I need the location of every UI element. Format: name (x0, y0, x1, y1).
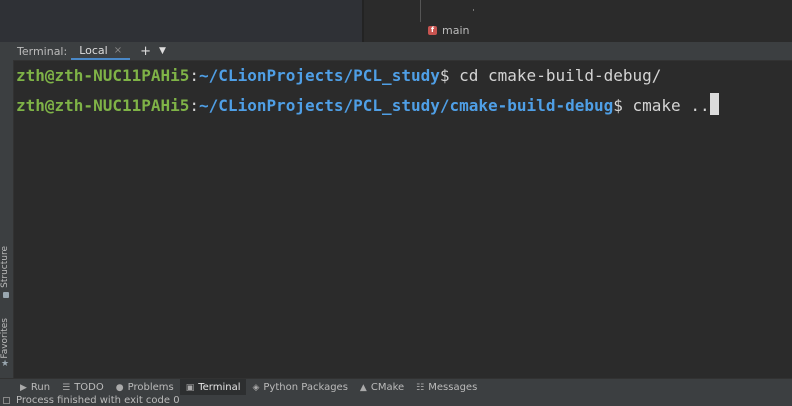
bottom-tool-bar: ▶ Run ☰ TODO ● Problems ▣ Terminal ◈ Pyt… (0, 378, 792, 396)
prompt-user: zth@zth-NUC11PAHi5 (16, 66, 190, 85)
terminal-output[interactable]: zth@zth-NUC11PAHi5:~/CLionProjects/PCL_s… (14, 61, 792, 378)
tab-python-packages-label: Python Packages (263, 382, 348, 393)
prompt-path: ~/CLionProjects/PCL_study (199, 66, 440, 85)
packages-icon: ◈ (252, 382, 260, 393)
terminal-line: zth@zth-NUC11PAHi5:~/CLionProjects/PCL_s… (16, 66, 661, 85)
tab-messages-label: Messages (428, 382, 478, 393)
terminal-icon: ▣ (185, 382, 195, 393)
editor-area[interactable]: f main (364, 0, 792, 42)
status-message: Process finished with exit code 0 (16, 395, 180, 406)
tab-python-packages[interactable]: ◈ Python Packages (246, 379, 353, 396)
terminal-title: Terminal: (17, 44, 68, 58)
favorites-tool-button[interactable]: Favorites (0, 318, 10, 359)
tab-cmake-label: CMake (370, 382, 405, 393)
command-text: $ cmake .. (613, 96, 710, 115)
tab-run-label: Run (30, 382, 51, 393)
function-icon: f (428, 26, 437, 35)
prompt-path: ~/CLionProjects/PCL_study/cmake-build-de… (199, 96, 614, 115)
new-session-button[interactable]: + (140, 44, 151, 59)
terminal-line: zth@zth-NUC11PAHi5:~/CLionProjects/PCL_s… (16, 93, 719, 115)
structure-tool-button[interactable]: Structure (0, 246, 10, 288)
breadcrumb[interactable]: f main (428, 24, 469, 37)
structure-icon (3, 292, 9, 298)
tab-todo-label: TODO (74, 382, 104, 393)
tab-problems[interactable]: ● Problems (110, 379, 180, 396)
editor-gutter-line (420, 0, 421, 22)
command-text: $ cd cmake-build-debug/ (439, 66, 662, 85)
tab-messages[interactable]: ☷ Messages (410, 379, 483, 396)
close-icon[interactable]: × (114, 42, 122, 59)
editor-mark (473, 9, 474, 11)
tab-terminal[interactable]: ▣ Terminal (179, 379, 247, 396)
todo-icon: ☰ (62, 382, 71, 393)
chevron-down-icon[interactable]: ▼ (159, 46, 166, 56)
tab-run[interactable]: ▶ Run (14, 379, 56, 396)
breadcrumb-label: main (442, 24, 470, 37)
text-cursor (709, 93, 719, 115)
cmake-icon: ▲ (359, 382, 367, 393)
prompt-separator: : (189, 96, 200, 115)
run-icon: ▶ (20, 382, 27, 393)
tab-problems-label: Problems (127, 382, 174, 393)
tab-local[interactable]: Local × (71, 42, 131, 60)
prompt-separator: : (189, 66, 200, 85)
tab-local-label: Local (79, 43, 108, 57)
star-icon: ★ (1, 359, 10, 369)
status-bar: Process finished with exit code 0 (0, 395, 792, 406)
tab-todo[interactable]: ☰ TODO (56, 379, 110, 396)
terminal-header: Terminal: Local × + ▼ (13, 42, 792, 61)
status-toggle-icon[interactable] (3, 397, 10, 404)
project-panel (0, 0, 362, 42)
problems-icon: ● (115, 382, 124, 393)
prompt-user: zth@zth-NUC11PAHi5 (16, 96, 190, 115)
tab-terminal-label: Terminal (198, 382, 241, 393)
tab-cmake[interactable]: ▲ CMake (354, 379, 410, 396)
messages-icon: ☷ (416, 382, 425, 393)
